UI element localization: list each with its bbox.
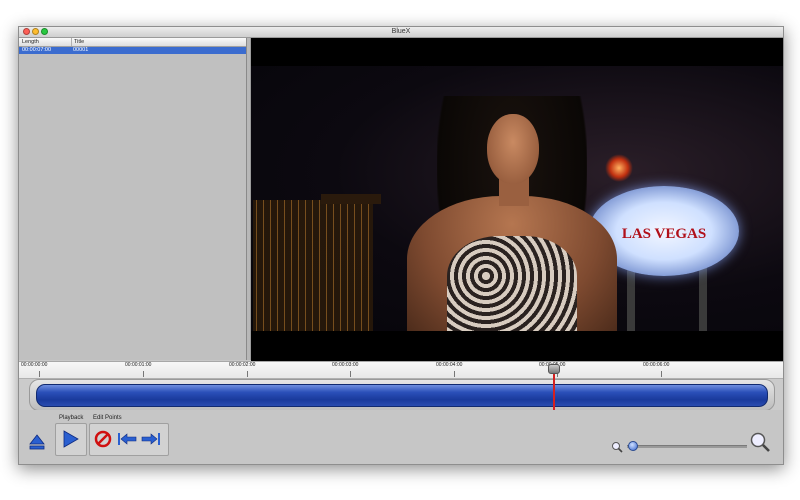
welcome-sign-text: LAS VEGAS xyxy=(621,226,707,242)
no-entry-icon xyxy=(94,430,112,448)
zoom-slider-track[interactable] xyxy=(627,445,747,448)
zoom-slider-thumb[interactable] xyxy=(628,441,638,451)
play-button[interactable] xyxy=(60,429,80,449)
close-window-button[interactable] xyxy=(23,28,30,35)
mark-in-icon xyxy=(118,433,137,445)
person-face xyxy=(487,114,539,184)
clip-list-panel: Length Title 00:00:07:00 00001 xyxy=(19,38,247,360)
timeline-ruler[interactable]: 00:00:00:00 00:00:01:00 00:00:02:00 00:0… xyxy=(19,362,783,379)
hotel-building xyxy=(253,200,373,331)
app-window: BlueX Length Title 00:00:07:00 00001 LAS… xyxy=(18,26,784,465)
column-header-length[interactable]: Length xyxy=(22,38,39,46)
clip-length: 00:00:07:00 xyxy=(22,47,52,53)
zoom-out-icon xyxy=(612,442,623,453)
bottom-toolbar: Playback Edit Points xyxy=(19,410,783,464)
eject-icon xyxy=(29,434,45,450)
mark-in-button[interactable] xyxy=(117,429,137,449)
edit-points-group-label: Edit Points xyxy=(93,415,122,421)
mark-out-button[interactable] xyxy=(141,429,161,449)
sign-star-decoration xyxy=(605,154,633,182)
timecode-tick: 00:00:06:00 xyxy=(643,362,670,368)
mark-out-icon xyxy=(141,433,160,445)
timecode-tick: 00:00:02:00 xyxy=(229,362,256,368)
tick-mark xyxy=(247,371,248,377)
window-title: BlueX xyxy=(391,28,411,35)
timecode-tick: 00:00:01:00 xyxy=(125,362,152,368)
sign-post-right xyxy=(699,266,707,331)
minimize-window-button[interactable] xyxy=(32,28,39,35)
sign-post-left xyxy=(627,266,635,331)
clip-title: 00001 xyxy=(73,47,89,53)
playhead-handle[interactable] xyxy=(548,364,560,374)
title-bar[interactable]: BlueX xyxy=(19,27,783,38)
play-icon xyxy=(63,430,79,448)
zoom-out-button[interactable] xyxy=(611,440,623,458)
clip-track-frame xyxy=(29,379,775,411)
zoom-in-button[interactable] xyxy=(749,431,771,458)
timecode-tick: 00:00:04:00 xyxy=(436,362,463,368)
eject-button[interactable] xyxy=(27,432,47,452)
clip-list-header: Length Title xyxy=(19,38,246,47)
tick-mark xyxy=(350,371,351,377)
column-header-title[interactable]: Title xyxy=(71,38,84,46)
zoom-in-icon xyxy=(750,432,770,452)
timecode-tick: 00:00:00:00 xyxy=(21,362,48,368)
video-frame-image: LAS VEGAS xyxy=(251,66,783,331)
video-preview: LAS VEGAS xyxy=(251,38,783,361)
clip-list-row[interactable]: 00:00:07:00 00001 xyxy=(19,47,246,54)
clear-edit-points-button[interactable] xyxy=(93,429,113,449)
timeline: 00:00:00:00 00:00:01:00 00:00:02:00 00:0… xyxy=(19,361,783,411)
person-top xyxy=(447,236,577,331)
clip-track-bar[interactable] xyxy=(36,384,768,407)
playhead-line[interactable] xyxy=(553,368,555,410)
zoom-window-button[interactable] xyxy=(41,28,48,35)
playback-group-label: Playback xyxy=(59,415,84,421)
hotel-roof xyxy=(321,194,381,204)
timecode-tick: 00:00:03:00 xyxy=(332,362,359,368)
tick-mark xyxy=(454,371,455,377)
tick-mark xyxy=(39,371,40,377)
tick-mark xyxy=(143,371,144,377)
tick-mark xyxy=(661,371,662,377)
